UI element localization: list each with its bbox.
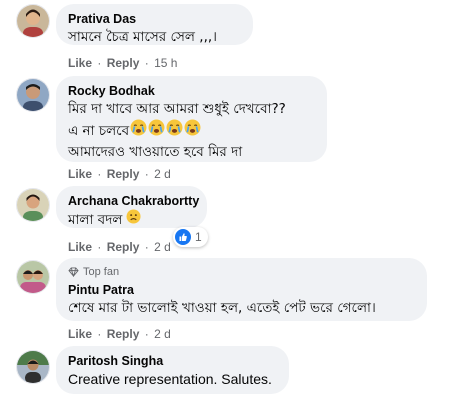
crying-face-emoji-icon [184,119,201,142]
like-button[interactable]: Like [68,327,92,341]
avatar[interactable] [16,78,50,112]
comment-author[interactable]: Rocky Bodhak [68,83,315,99]
separator: · [97,167,102,181]
comment-text: Creative representation. Salutes. [68,371,272,387]
like-button[interactable]: Like [68,56,92,70]
separator: · [97,240,102,254]
comment-text: মালা বদল [68,211,123,228]
comment-text-line: এ না চলবে [68,119,315,142]
crying-emoji-row [130,119,201,142]
timestamp[interactable]: 15 h [154,56,177,70]
like-button[interactable]: Like [68,167,92,181]
comment-text: সামনে চৈত্র মাসের সেল ,,,। [68,29,217,45]
timestamp[interactable]: 2 d [154,167,171,181]
comment-author[interactable]: Paritosh Singha [68,353,277,369]
comment-text: শেষে মার টা ভালোই খাওয়া হল, এতেই পেট ভর… [68,300,376,316]
comment-bubble: Top fan Pintu Patra শেষে মার টা ভালোই খা… [56,258,427,321]
crying-face-emoji-icon [130,119,147,142]
comment-text-line: মালা বদল [68,209,195,230]
separator: · [144,240,149,254]
comment-bubble: Paritosh Singha Creative representation.… [56,346,289,394]
comment-text-line: আমাদেরও খাওয়াতে হবে মির দা [68,144,243,160]
like-button[interactable]: Like [68,240,92,254]
reply-button[interactable]: Reply [107,327,140,341]
separator: · [97,327,102,341]
timestamp[interactable]: 2 d [154,240,171,254]
comment-actions: Like · Reply · 2 d [68,167,171,181]
comment-actions: Like · Reply · 2 d [68,240,171,254]
comment-actions: Like · Reply · 15 h [68,56,177,70]
comment-bubble: Rocky Bodhak মির দা খাবে আর আমরা শুধুই দ… [56,76,327,162]
reaction-summary[interactable]: 1 [173,227,208,247]
avatar[interactable] [16,4,50,38]
separator: · [97,56,102,70]
reply-button[interactable]: Reply [107,56,140,70]
separator: · [144,167,149,181]
like-reaction-icon [175,229,191,245]
comment-bubble: Prativa Das সামনে চৈত্র মাসের সেল ,,,। [56,4,253,45]
avatar[interactable] [16,260,50,294]
top-fan-label: Top fan [83,266,120,278]
comment-actions: Like · Reply · 2 d [68,327,171,341]
separator: · [144,56,149,70]
avatar[interactable] [16,350,50,384]
comment-author[interactable]: Pintu Patra [68,282,415,298]
comment-bubble: Archana Chakrabortty মালা বদল [56,186,207,228]
avatar[interactable] [16,188,50,222]
sad-face-emoji-icon [126,209,141,230]
crying-face-emoji-icon [148,119,165,142]
reply-button[interactable]: Reply [107,167,140,181]
comment-author[interactable]: Archana Chakrabortty [68,193,199,209]
diamond-icon [68,267,79,277]
reply-button[interactable]: Reply [107,240,140,254]
timestamp[interactable]: 2 d [154,327,171,341]
comment-text-line: মির দা খাবে আর আমরা শুধুই দেখবো?? [68,101,286,117]
comment-text: এ না চলবে [68,122,130,139]
top-fan-badge: Top fan [68,265,415,279]
separator: · [144,327,149,341]
crying-face-emoji-icon [166,119,183,142]
reaction-count: 1 [195,230,202,244]
comment-author[interactable]: Prativa Das [68,11,241,27]
